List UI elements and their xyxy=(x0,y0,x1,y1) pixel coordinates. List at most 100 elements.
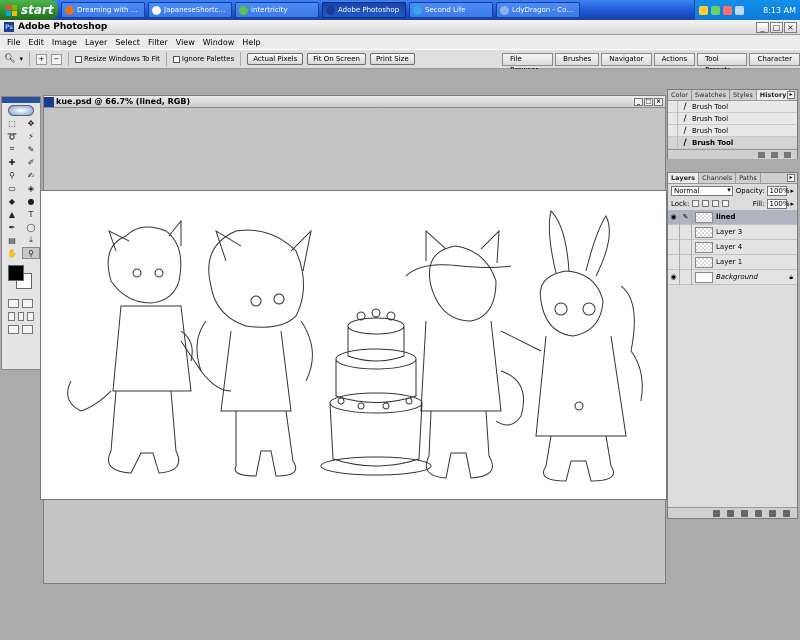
tray-icon[interactable] xyxy=(735,5,744,15)
fill-field[interactable]: 100% xyxy=(767,198,790,209)
menu-help[interactable]: Help xyxy=(238,38,264,47)
tray-icon[interactable] xyxy=(711,5,720,15)
palette-well-tab[interactable]: Brushes xyxy=(555,53,600,66)
history-source-slot[interactable] xyxy=(668,112,678,125)
tab-channels[interactable]: Channels xyxy=(699,173,737,183)
menu-layer[interactable]: Layer xyxy=(81,38,111,47)
menu-edit[interactable]: Edit xyxy=(24,38,48,47)
layer-row[interactable]: Layer 3 xyxy=(668,224,797,240)
blur-tool-icon[interactable]: ◆ xyxy=(3,195,21,207)
panel-menu-icon[interactable]: ▸ xyxy=(787,91,795,99)
palette-well-tab[interactable]: File Browser xyxy=(502,53,554,74)
taskbar-button[interactable]: Second Life xyxy=(409,2,493,18)
opacity-arrow-icon[interactable]: ▸ xyxy=(790,187,794,195)
taskbar-button[interactable]: Dreaming with a ... xyxy=(61,2,145,18)
tab-styles[interactable]: Styles xyxy=(730,90,757,100)
doc-close-button[interactable]: × xyxy=(654,97,663,106)
tab-history[interactable]: History xyxy=(756,90,791,100)
lock-transparency-icon[interactable] xyxy=(692,200,700,207)
history-state[interactable]: ∕ Brush Tool xyxy=(668,136,797,149)
lock-all-icon[interactable] xyxy=(722,200,730,207)
healing-brush-icon[interactable]: ✚ xyxy=(3,156,21,168)
layer-style-icon[interactable] xyxy=(713,509,720,517)
doc-minimize-button[interactable]: _ xyxy=(634,97,643,106)
document-canvas[interactable] xyxy=(40,190,667,500)
tool-preset-dropdown[interactable]: ▾ xyxy=(19,55,23,63)
palette-well-tab[interactable]: Character xyxy=(749,53,800,66)
type-tool-icon[interactable]: T xyxy=(22,208,40,220)
paint-bucket-icon[interactable]: ◈ xyxy=(22,182,40,194)
clone-stamp-icon[interactable]: ⚲ xyxy=(3,169,21,181)
visibility-eye-icon[interactable] xyxy=(668,239,680,255)
layer-row[interactable]: ◉ ✎ lined xyxy=(668,209,797,225)
visibility-eye-icon[interactable] xyxy=(668,254,680,270)
delete-icon[interactable] xyxy=(784,151,791,158)
history-brush-icon[interactable]: ✍ xyxy=(22,169,40,181)
history-source-slot[interactable] xyxy=(668,136,678,149)
lock-pixels-icon[interactable] xyxy=(702,200,710,207)
pen-tool-icon[interactable]: ✒ xyxy=(3,221,21,233)
print-size-button[interactable]: Print Size xyxy=(369,53,415,65)
hand-tool-icon[interactable]: ✋ xyxy=(3,247,21,259)
new-snapshot-icon[interactable] xyxy=(771,151,778,158)
fill-arrow-icon[interactable]: ▸ xyxy=(790,200,794,208)
history-state[interactable]: ∕ Brush Tool xyxy=(668,100,797,113)
menu-select[interactable]: Select xyxy=(111,38,144,47)
history-source-slot[interactable] xyxy=(668,100,678,113)
lasso-tool-icon[interactable]: ➰ xyxy=(3,130,21,142)
tab-swatches[interactable]: Swatches xyxy=(692,90,731,100)
magic-wand-tool-icon[interactable]: ⚡ xyxy=(22,130,40,142)
close-button[interactable]: × xyxy=(784,21,797,33)
menu-image[interactable]: Image xyxy=(48,38,81,47)
standard-mode-icon[interactable] xyxy=(8,299,19,308)
dodge-tool-icon[interactable]: ● xyxy=(22,195,40,207)
adjustment-layer-icon[interactable] xyxy=(755,509,762,517)
crop-tool-icon[interactable]: ⌗ xyxy=(3,143,21,155)
taskbar-button[interactable]: intertricity xyxy=(235,2,319,18)
layer-row[interactable]: Layer 4 xyxy=(668,239,797,255)
zoom-out-icon[interactable]: − xyxy=(50,53,62,65)
panel-menu-icon[interactable]: ▸ xyxy=(787,174,795,182)
screen-mode-icon[interactable] xyxy=(27,312,35,321)
palette-well-tab[interactable]: Actions xyxy=(653,53,696,66)
quick-mask-icon[interactable] xyxy=(22,299,33,308)
trash-icon[interactable] xyxy=(783,509,790,517)
path-select-icon[interactable]: ▲ xyxy=(3,208,21,220)
foreground-color-swatch[interactable] xyxy=(8,265,24,281)
zoom-tool-icon[interactable]: ⚲ xyxy=(22,247,40,259)
taskbar-button[interactable]: Adobe Photoshop xyxy=(322,2,406,18)
opacity-field[interactable]: 100% xyxy=(767,185,790,196)
doc-maximize-button[interactable]: □ xyxy=(644,97,653,106)
notes-tool-icon[interactable]: ▤ xyxy=(3,234,21,246)
tab-paths[interactable]: Paths xyxy=(736,173,761,183)
layer-row[interactable]: ◉ Background 🔒︎ xyxy=(668,269,797,285)
tab-layers[interactable]: Layers xyxy=(668,173,700,183)
document-titlebar[interactable]: kue.psd @ 66.7% (lined, RGB) _ □ × xyxy=(44,96,665,108)
fit-on-screen-button[interactable]: Fit On Screen xyxy=(307,53,366,65)
blend-mode-select[interactable]: Normal xyxy=(671,185,733,196)
menu-window[interactable]: Window xyxy=(199,38,239,47)
history-state[interactable]: ∕ Brush Tool xyxy=(668,112,797,125)
new-layer-icon[interactable] xyxy=(769,509,776,517)
minimize-button[interactable]: _ xyxy=(756,21,769,33)
visibility-eye-icon[interactable]: ◉ xyxy=(668,209,680,225)
link-brush-icon[interactable] xyxy=(680,239,692,255)
eraser-tool-icon[interactable]: ▭ xyxy=(3,182,21,194)
ignore-palettes-checkbox[interactable]: Ignore Palettes xyxy=(172,55,234,63)
tray-icon[interactable] xyxy=(723,5,732,15)
link-brush-icon[interactable] xyxy=(680,224,692,240)
move-tool-icon[interactable]: ✥ xyxy=(22,117,40,129)
menu-file[interactable]: File xyxy=(3,38,24,47)
brush-tool-icon[interactable]: ✐ xyxy=(22,156,40,168)
palette-well-tab[interactable]: Navigator xyxy=(601,53,652,66)
link-brush-icon[interactable] xyxy=(680,269,692,285)
layer-set-icon[interactable] xyxy=(741,509,748,517)
palette-well-tab[interactable]: Tool Presets xyxy=(697,53,748,74)
tray-icon[interactable] xyxy=(699,5,708,15)
taskbar-button[interactable]: LdyDragon - Con... xyxy=(496,2,580,18)
link-brush-icon[interactable]: ✎ xyxy=(680,209,692,225)
lock-position-icon[interactable] xyxy=(712,200,720,207)
slice-tool-icon[interactable]: ✎ xyxy=(22,143,40,155)
new-document-icon[interactable] xyxy=(758,151,765,158)
actual-pixels-button[interactable]: Actual Pixels xyxy=(247,53,304,65)
